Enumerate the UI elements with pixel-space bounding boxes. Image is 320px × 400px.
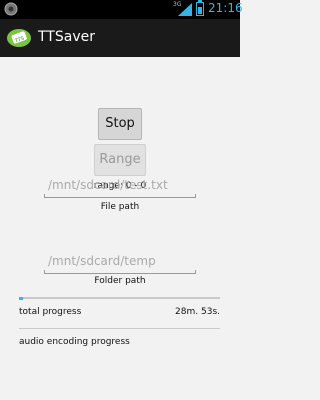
signal-icon — [178, 3, 192, 16]
total-progress-bar — [19, 296, 220, 300]
file-path-underline — [44, 194, 196, 198]
divider — [19, 328, 220, 329]
battery-icon — [196, 0, 204, 16]
folder-path-label: Folder path — [94, 276, 146, 286]
folder-path-placeholder: /mnt/sdcard/temp — [48, 254, 156, 268]
status-time: 21:16 — [208, 1, 243, 15]
circle-icon — [4, 2, 18, 16]
file-path-input[interactable]: /mnt/sdcard/test.txt — [44, 176, 196, 198]
range-button[interactable]: Range — [94, 144, 146, 176]
status-bar: 3G 21:16 — [0, 0, 243, 19]
file-path-placeholder: /mnt/sdcard/test.txt — [48, 178, 168, 192]
file-path-label: File path — [100, 202, 140, 212]
ttsaver-logo-icon[interactable]: TTS — [6, 24, 32, 50]
folder-path-underline — [44, 270, 196, 274]
folder-path-input[interactable]: /mnt/sdcard/temp — [44, 252, 196, 274]
app-title: TTSaver — [38, 29, 95, 45]
stop-button[interactable]: Stop — [98, 108, 142, 140]
total-progress-time: 28m. 53s. — [175, 307, 220, 317]
audio-encoding-progress-label: audio encoding progress — [19, 337, 130, 347]
total-progress-label: total progress — [19, 307, 82, 317]
action-bar: TTS TTSaver — [0, 19, 240, 57]
total-progress-fill — [19, 296, 24, 300]
